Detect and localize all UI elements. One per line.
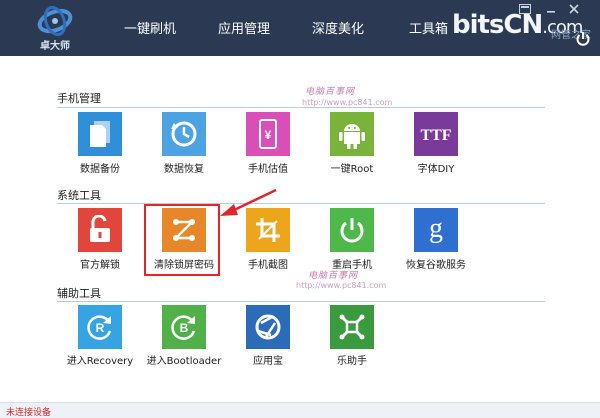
svg-text:B: B <box>180 321 189 335</box>
tile-one-click-root[interactable] <box>330 112 374 156</box>
svg-text:R: R <box>96 321 105 335</box>
tile-enter-recovery[interactable]: R <box>78 305 122 349</box>
ttf-font-icon: TTF <box>420 127 451 144</box>
nav-one-click-flash[interactable]: 一键刷机 <box>124 18 176 37</box>
tile-label: 数据恢复 <box>164 164 204 175</box>
watermark-overlay: 电脑百事网 <box>308 271 359 281</box>
nav-deep-beautify[interactable]: 深度美化 <box>312 18 364 37</box>
tile-reboot-phone[interactable] <box>330 208 374 252</box>
tile-label: 乐助手 <box>337 356 367 367</box>
watermark-overlay-url: http://www.pc841.com <box>296 281 387 290</box>
section-divider <box>57 301 545 302</box>
crop-icon <box>256 218 280 242</box>
tile-le-helper[interactable] <box>330 305 374 349</box>
watermark-overlay-url: http://www.pc841.com <box>302 98 393 107</box>
close-icon[interactable] <box>566 4 582 16</box>
tile-enter-bootloader[interactable]: B <box>162 305 206 349</box>
app-store-icon <box>255 314 281 340</box>
section-title-phone-manage: 手机管理 <box>57 92 101 105</box>
svg-text:¥: ¥ <box>265 128 272 142</box>
restore-clock-icon <box>171 121 197 147</box>
tile-label: 官方解锁 <box>80 260 120 271</box>
tile-restore-google-services[interactable]: g <box>414 208 458 252</box>
tile-label: 进入Bootloader <box>146 356 222 367</box>
title-bar: 卓大师 一键刷机 应用管理 深度美化 工具箱 bitsCN.com 网管之家 <box>0 0 600 56</box>
minimize-icon[interactable] <box>543 4 559 16</box>
tile-label: 数据备份 <box>80 164 120 175</box>
tile-label: 手机截图 <box>248 260 288 271</box>
app-logo: 卓大师 <box>30 5 80 53</box>
unlock-icon <box>90 215 110 242</box>
tile-screenshot[interactable] <box>246 208 290 252</box>
tile-label: 应用宝 <box>253 356 283 367</box>
nav-app-manage[interactable]: 应用管理 <box>218 18 270 37</box>
tile-label: 手机估值 <box>248 164 288 175</box>
watermark-overlay: 电脑百事网 <box>305 87 356 97</box>
nav-toolbox[interactable]: 工具箱 <box>409 18 448 37</box>
connection-status: 未连接设备 <box>6 408 52 418</box>
tile-label: 进入Recovery <box>66 356 134 367</box>
recovery-icon: R <box>87 315 112 340</box>
svg-text:g: g <box>429 213 443 244</box>
helper-icon <box>339 314 365 340</box>
app-name: 卓大师 <box>40 41 70 52</box>
tile-data-backup[interactable] <box>78 112 122 156</box>
bootloader-icon: B <box>171 315 196 340</box>
header-power-icon[interactable] <box>574 30 592 48</box>
documents-icon <box>90 121 110 147</box>
tile-font-diy[interactable]: TTF <box>414 112 458 156</box>
android-icon <box>339 124 365 149</box>
menu-icon[interactable] <box>517 4 533 16</box>
section-divider <box>57 203 545 204</box>
google-icon: g <box>429 213 443 244</box>
logo-swirl-icon <box>37 5 73 37</box>
tile-label: 恢复谷歌服务 <box>406 260 466 271</box>
tile-label: 字体DIY <box>417 164 455 175</box>
phone-yen-icon: ¥ <box>259 119 277 149</box>
tile-label: 一键Root <box>330 164 374 175</box>
section-title-system-tools: 系统工具 <box>57 189 101 202</box>
tile-app-store[interactable] <box>246 305 290 349</box>
svg-text:TTF: TTF <box>420 127 451 144</box>
status-bar: 未连接设备 <box>0 402 600 418</box>
section-divider <box>57 107 545 108</box>
section-title-aux-tools: 辅助工具 <box>57 287 101 300</box>
power-icon <box>340 218 364 243</box>
tile-official-unlock[interactable] <box>78 208 122 252</box>
tile-data-restore[interactable] <box>162 112 206 156</box>
tile-phone-valuation[interactable]: ¥ <box>246 112 290 156</box>
highlight-box <box>144 204 220 276</box>
